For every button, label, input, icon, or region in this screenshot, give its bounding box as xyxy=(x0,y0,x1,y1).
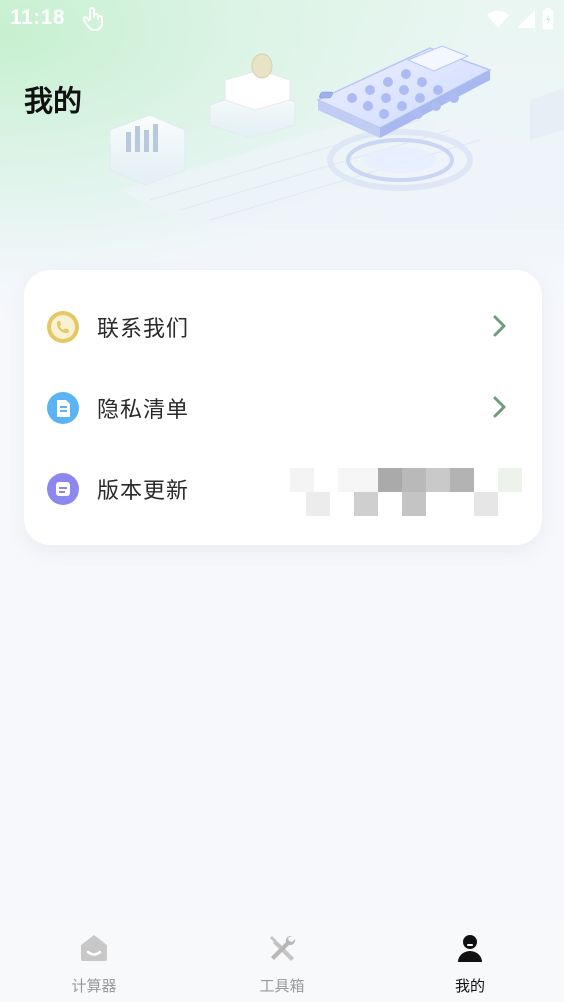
menu-item-label: 隐私清单 xyxy=(97,398,190,423)
menu-item-label: 版本更新 xyxy=(97,479,190,504)
calculator-illustration xyxy=(109,45,564,230)
chevron-right-icon xyxy=(492,395,508,423)
tab-calculator[interactable]: 计算器 xyxy=(0,920,188,1002)
tab-label: 计算器 xyxy=(71,977,117,995)
update-icon xyxy=(47,473,79,505)
redacted-version-value xyxy=(290,468,522,516)
home-icon xyxy=(78,932,110,964)
bottom-tab-bar: 计算器 工具箱 我的 xyxy=(0,920,564,1002)
tools-icon xyxy=(266,932,298,964)
menu-item-privacy-list[interactable]: 隐私清单 xyxy=(24,367,542,447)
tab-toolbox[interactable]: 工具箱 xyxy=(188,920,376,1002)
status-time: 11:18 xyxy=(10,6,66,29)
wifi-icon xyxy=(486,9,510,33)
phone-icon xyxy=(47,311,79,343)
page-title: 我的 xyxy=(24,84,83,118)
cellular-signal-icon xyxy=(516,9,536,33)
tab-label: 工具箱 xyxy=(259,977,305,995)
document-icon xyxy=(47,392,79,424)
chevron-right-icon xyxy=(492,314,508,342)
menu-card: 联系我们 隐私清单 版本更新 xyxy=(24,270,542,545)
tab-label: 我的 xyxy=(454,977,485,995)
status-bar: 11:18 xyxy=(0,0,564,38)
battery-icon xyxy=(542,8,554,34)
menu-item-label: 联系我们 xyxy=(97,317,190,342)
touch-indicator-icon xyxy=(82,6,104,36)
tab-mine[interactable]: 我的 xyxy=(376,920,564,1002)
menu-item-contact-us[interactable]: 联系我们 xyxy=(24,286,542,366)
menu-item-version-update[interactable]: 版本更新 xyxy=(24,448,542,528)
user-icon xyxy=(454,932,486,964)
